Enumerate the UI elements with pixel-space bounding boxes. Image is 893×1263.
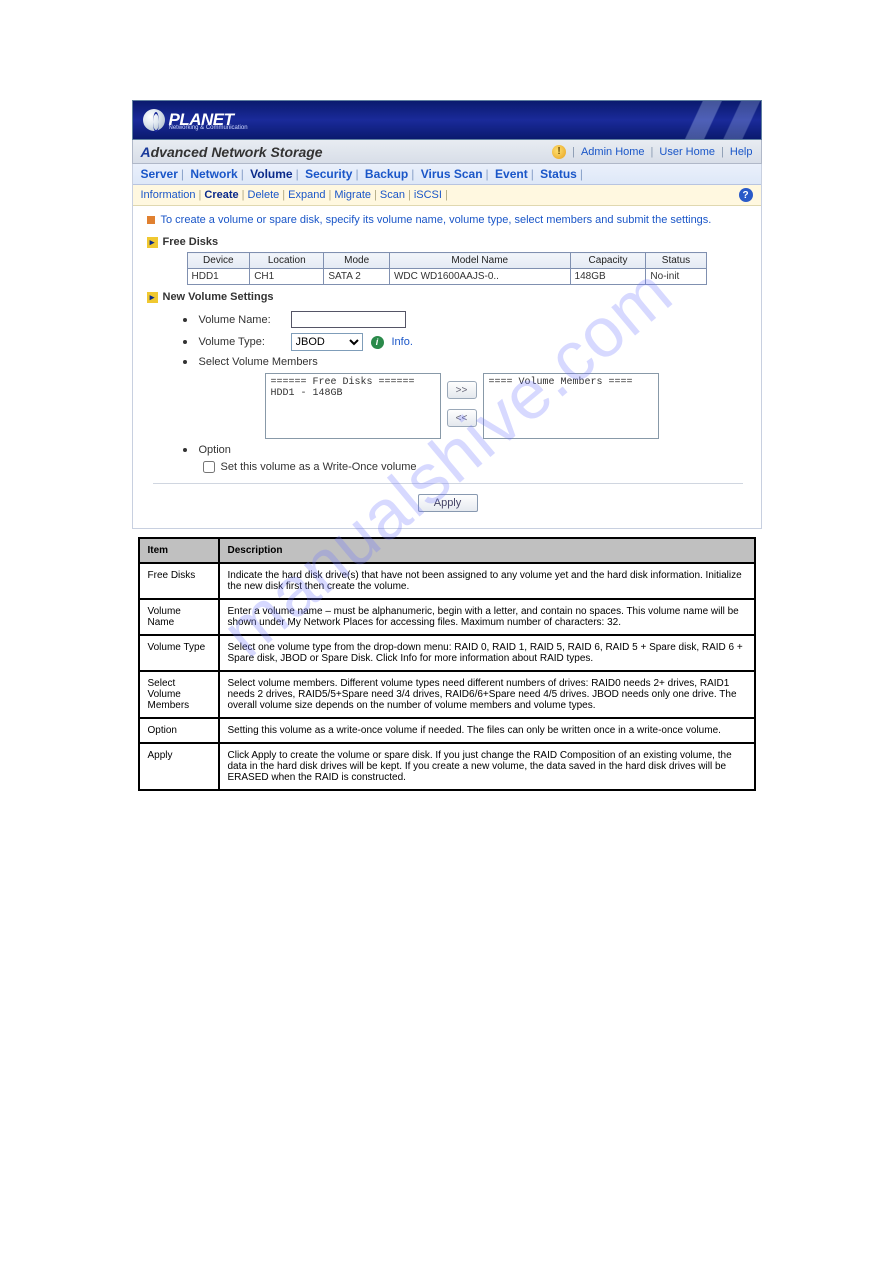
tab-network[interactable]: Network xyxy=(190,167,237,181)
label-volume-type: Volume Type: xyxy=(199,336,283,348)
description-table: Item Description Free DisksIndicate the … xyxy=(138,537,756,791)
tab-virus-scan[interactable]: Virus Scan xyxy=(421,167,483,181)
subtab-create[interactable]: Create xyxy=(204,189,238,201)
col-description: Description xyxy=(219,538,755,563)
page-title: Advanced Network Storage xyxy=(141,144,323,160)
col-mode: Mode xyxy=(324,253,390,269)
bullet-icon xyxy=(183,340,187,344)
banner-decoration xyxy=(651,101,761,139)
subtab-information[interactable]: Information xyxy=(141,189,196,201)
label-option: Option xyxy=(199,444,231,456)
remove-member-button[interactable]: << xyxy=(447,409,477,427)
tab-event[interactable]: Event xyxy=(495,167,528,181)
header-banner: PLANET Networking & Communication xyxy=(132,100,762,140)
col-item: Item xyxy=(139,538,219,563)
info-icon[interactable]: i xyxy=(371,336,384,349)
subtab-delete[interactable]: Delete xyxy=(248,189,280,201)
section-new-volume: ▸ New Volume Settings xyxy=(147,291,749,303)
tab-status[interactable]: Status xyxy=(540,167,577,181)
link-user-home[interactable]: User Home xyxy=(659,146,715,158)
volume-type-select[interactable]: JBOD xyxy=(291,333,363,351)
link-help[interactable]: Help xyxy=(730,146,753,158)
tab-security[interactable]: Security xyxy=(305,167,352,181)
subtab-scan[interactable]: Scan xyxy=(380,189,405,201)
col-location: Location xyxy=(250,253,324,269)
section-free-disks: ▸ Free Disks xyxy=(147,236,749,248)
apply-button[interactable]: Apply xyxy=(418,494,478,512)
tabs-sub: Information| Create| Delete| Expand| Mig… xyxy=(133,185,761,206)
write-once-checkbox[interactable] xyxy=(203,461,215,473)
bullet-icon xyxy=(183,448,187,452)
table-row: Volume NameEnter a volume name – must be… xyxy=(139,599,755,635)
add-member-button[interactable]: >> xyxy=(447,381,477,399)
label-volume-name: Volume Name: xyxy=(199,314,283,326)
tab-volume[interactable]: Volume xyxy=(250,167,292,181)
col-status: Status xyxy=(646,253,706,269)
col-capacity: Capacity xyxy=(570,253,646,269)
table-row: Volume TypeSelect one volume type from t… xyxy=(139,635,755,671)
subtab-migrate[interactable]: Migrate xyxy=(334,189,371,201)
table-row: Select Volume MembersSelect volume membe… xyxy=(139,671,755,718)
link-admin-home[interactable]: Admin Home xyxy=(581,146,645,158)
table-row: Free DisksIndicate the hard disk drive(s… xyxy=(139,563,755,599)
volume-name-input[interactable] xyxy=(291,311,406,328)
bullet-icon xyxy=(183,318,187,322)
instruction-text: To create a volume or spare disk, specif… xyxy=(147,214,749,226)
tabs-main: Server| Network| Volume| Security| Backu… xyxy=(133,164,761,185)
globe-icon xyxy=(143,109,165,131)
col-model: Model Name xyxy=(389,253,570,269)
label-select-members: Select Volume Members xyxy=(199,356,318,368)
tab-server[interactable]: Server xyxy=(141,167,178,181)
col-device: Device xyxy=(187,253,250,269)
table-row: OptionSetting this volume as a write-onc… xyxy=(139,718,755,743)
arrow-icon: ▸ xyxy=(147,237,158,248)
title-bar: Advanced Network Storage ! | Admin Home … xyxy=(132,140,762,164)
volume-members-listbox[interactable]: ==== Volume Members ==== xyxy=(483,373,659,439)
bullet-icon xyxy=(183,360,187,364)
brand-subtitle: Networking & Communication xyxy=(169,125,248,131)
info-link[interactable]: Info. xyxy=(392,336,413,348)
main-panel: Server| Network| Volume| Security| Backu… xyxy=(132,164,762,529)
help-icon[interactable]: ? xyxy=(739,188,753,202)
alert-icon[interactable]: ! xyxy=(552,145,566,159)
write-once-label: Set this volume as a Write-Once volume xyxy=(221,461,417,473)
divider xyxy=(153,483,743,484)
bullet-icon xyxy=(147,216,155,224)
subtab-expand[interactable]: Expand xyxy=(288,189,325,201)
free-disks-table: Device Location Mode Model Name Capacity… xyxy=(187,252,707,285)
table-row: ApplyClick Apply to create the volume or… xyxy=(139,743,755,790)
member-picker: ====== Free Disks ====== HDD1 - 148GB >>… xyxy=(265,373,749,439)
free-disks-listbox[interactable]: ====== Free Disks ====== HDD1 - 148GB xyxy=(265,373,441,439)
arrow-icon: ▸ xyxy=(147,292,158,303)
tab-backup[interactable]: Backup xyxy=(365,167,408,181)
subtab-iscsi[interactable]: iSCSI xyxy=(414,189,442,201)
table-row: HDD1 CH1 SATA 2 WDC WD1600AAJS-0.. 148GB… xyxy=(187,269,706,285)
header-links: ! | Admin Home | User Home | Help xyxy=(552,145,752,159)
